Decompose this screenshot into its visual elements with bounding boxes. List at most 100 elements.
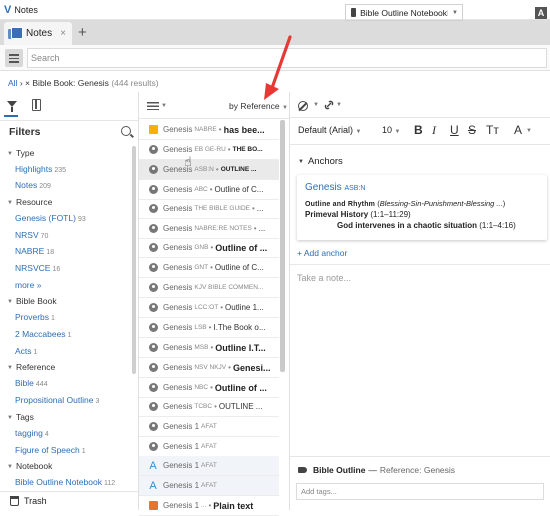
- strikethrough-button[interactable]: S: [468, 123, 476, 137]
- link-icon[interactable]: [324, 100, 334, 110]
- chevron-down-icon[interactable]: ▼: [526, 128, 532, 134]
- underline-button[interactable]: U: [450, 123, 459, 137]
- chevron-down-icon[interactable]: ▼: [161, 103, 167, 109]
- filter-section-type[interactable]: ▼ Type: [7, 148, 34, 158]
- list-item[interactable]: Genesis NABRE:RE NOTES •...: [139, 219, 279, 239]
- bold-button[interactable]: B: [414, 123, 423, 137]
- list-scrollbar[interactable]: [280, 120, 285, 372]
- menu-button[interactable]: [5, 49, 23, 67]
- filter-section-reference[interactable]: ▼ Reference: [7, 362, 55, 372]
- no-style-icon[interactable]: [298, 101, 308, 111]
- item-reference: Genesis 1: [163, 461, 200, 470]
- search-input[interactable]: [27, 48, 547, 68]
- add-tags-input[interactable]: [296, 483, 544, 500]
- filter-item[interactable]: Proverbs 1: [15, 312, 55, 322]
- anchors-section-header[interactable]: ▼ Anchors: [298, 156, 343, 167]
- add-anchor-link[interactable]: + Add anchor: [297, 248, 347, 258]
- filter-section-tags[interactable]: ▼ Tags: [7, 412, 34, 422]
- filter-item[interactable]: Propositional Outline 3: [15, 395, 99, 405]
- list-item[interactable]: A Genesis 1 AFAT: [139, 456, 279, 476]
- filter-item[interactable]: tagging 4: [15, 428, 49, 438]
- list-view-icon[interactable]: [147, 102, 159, 110]
- anchor-reference-link[interactable]: Genesis ASB:N: [305, 182, 365, 193]
- filter-item[interactable]: Notes 209: [15, 180, 51, 190]
- logos-logo-icon: V: [4, 3, 12, 16]
- note-title[interactable]: Bible Outline: [313, 465, 365, 475]
- filter-icon[interactable]: [7, 101, 17, 112]
- pane-divider[interactable]: [289, 92, 290, 510]
- font-dropdown[interactable]: Default (Arial) ▼: [298, 125, 361, 135]
- list-item[interactable]: Genesis EB GE-RU • THE BO...: [139, 140, 279, 160]
- item-title: Plain text: [213, 500, 254, 511]
- filter-item[interactable]: Figure of Speech 1: [15, 445, 86, 455]
- user-icon: [148, 204, 158, 213]
- user-icon: [148, 363, 158, 372]
- filter-section-bible-book[interactable]: ▼ Bible Book: [7, 296, 57, 306]
- item-source: EB GE-RU: [194, 146, 226, 153]
- list-item[interactable]: Genesis ABC • Outline of C...: [139, 180, 279, 200]
- anchor-outline-line: Outline and Rhythm (Blessing-Sin-Punishm…: [305, 199, 506, 208]
- filters-scrollbar[interactable]: [132, 146, 136, 374]
- font-size-dropdown[interactable]: 10 ▼: [382, 125, 400, 135]
- format-toolbar: Default (Arial) ▼ 10 ▼ B I U S Tт A ▼: [290, 119, 550, 145]
- list-item[interactable]: Genesis THE BIBLE GUIDE •...: [139, 199, 279, 219]
- filter-item[interactable]: NRSVCE 16: [15, 263, 60, 273]
- filter-item[interactable]: Bible Outline Notebook 112: [15, 477, 115, 487]
- title-bar: V Notes: [0, 0, 550, 20]
- user-icon: [148, 263, 158, 272]
- item-reference: Genesis: [163, 303, 193, 312]
- caps-button[interactable]: Tт: [486, 123, 499, 137]
- item-separator: •: [214, 402, 217, 411]
- list-item[interactable]: Genesis 1... • Plain text: [139, 496, 279, 516]
- filter-item[interactable]: Highlights 235: [15, 164, 66, 174]
- chevron-down-icon[interactable]: ▼: [336, 102, 342, 108]
- list-item[interactable]: Genesis NBC • Outline of ...: [139, 378, 279, 398]
- trash-button[interactable]: Trash: [0, 491, 138, 510]
- filter-item[interactable]: 2 Maccabees 1: [15, 329, 71, 339]
- item-reference: Genesis: [163, 224, 193, 233]
- list-item[interactable]: Genesis 1 AFAT: [139, 417, 279, 437]
- filter-more-link[interactable]: more »: [15, 280, 41, 290]
- list-item[interactable]: Genesis MSB • Outline I.T...: [139, 338, 279, 358]
- tab-notes[interactable]: Notes ×: [4, 22, 72, 45]
- font-color-button[interactable]: A: [514, 123, 522, 137]
- list-item[interactable]: Genesis GNT • Outline of C...: [139, 258, 279, 278]
- new-tab-button[interactable]: +: [78, 24, 87, 41]
- search-icon[interactable]: [121, 126, 131, 136]
- chevron-down-icon[interactable]: ▼: [313, 102, 319, 108]
- list-item[interactable]: Genesis GNB • Outline of ...: [139, 238, 279, 258]
- list-item[interactable]: Genesis NSV NKJV • Genesi...: [139, 358, 279, 378]
- list-item[interactable]: Genesis KJV BIBLE COMMEN...: [139, 278, 279, 298]
- item-reference: Genesis: [163, 363, 193, 372]
- item-separator: •: [227, 145, 231, 154]
- filters-title: Filters: [9, 126, 41, 138]
- italic-button[interactable]: I: [432, 123, 436, 138]
- sort-dropdown[interactable]: by Reference ▼: [229, 101, 288, 111]
- filter-section-resource[interactable]: ▼ Resource: [7, 197, 52, 207]
- breadcrumb-remove-icon[interactable]: ×: [25, 78, 30, 88]
- list-item[interactable]: Genesis TCBC • OUTLINE ...: [139, 397, 279, 417]
- notebook-dropdown[interactable]: Bible Outline Notebook ▼: [345, 4, 463, 21]
- filter-item[interactable]: NRSV 70: [15, 230, 48, 240]
- user-icon: [148, 145, 158, 154]
- filter-item[interactable]: NABRE 18: [15, 246, 54, 256]
- list-item[interactable]: Genesis LSB • I.The Book o...: [139, 318, 279, 338]
- note-body-placeholder[interactable]: Take a note...: [297, 273, 351, 283]
- highlight-color-button[interactable]: A: [535, 7, 547, 19]
- list-item[interactable]: Genesis ASB:N • OUTLINE ...: [139, 160, 279, 180]
- anchor-card[interactable]: Genesis ASB:N Outline and Rhythm (Blessi…: [297, 175, 547, 240]
- item-separator: •: [251, 204, 255, 213]
- list-item[interactable]: Genesis LCC:OT • Outline 1...: [139, 298, 279, 318]
- filter-item[interactable]: Acts 1: [15, 346, 37, 356]
- list-item[interactable]: Genesis 1 AFAT: [139, 437, 279, 457]
- item-reference: Genesis 1: [163, 481, 200, 490]
- tab-close-icon[interactable]: ×: [60, 28, 66, 39]
- notebook-icon[interactable]: [32, 99, 41, 111]
- breadcrumb-all-link[interactable]: All: [8, 78, 17, 88]
- filter-item[interactable]: Bible 444: [15, 378, 48, 388]
- list-item[interactable]: A Genesis 1 AFAT: [139, 476, 279, 496]
- filter-item[interactable]: Genesis (FOTL) 93: [15, 213, 86, 223]
- filter-section-notebook[interactable]: ▼ Notebook: [7, 461, 52, 471]
- divider: [290, 264, 550, 265]
- list-item[interactable]: Genesis NABRE • has bee...: [139, 120, 279, 140]
